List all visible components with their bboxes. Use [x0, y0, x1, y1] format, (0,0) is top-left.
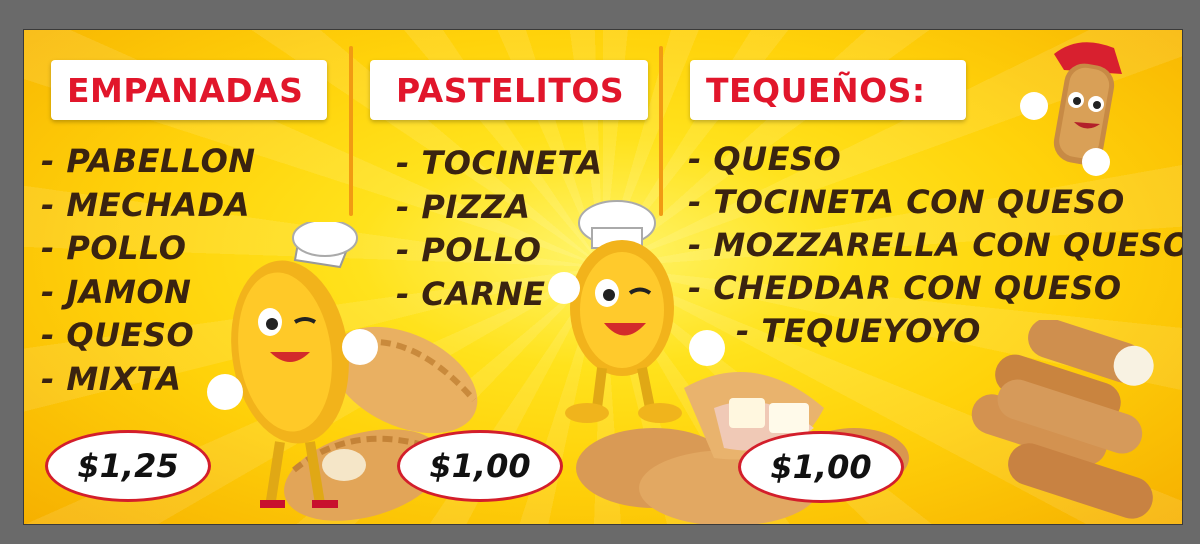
tequenos-price-badge: $1,00: [738, 431, 904, 503]
list-item: - TEQUEYOYO: [736, 312, 981, 350]
list-item: - TOCINETA: [396, 144, 603, 182]
list-item: - CHEDDAR CON QUESO: [688, 269, 1122, 307]
empanadas-list: - PABELLON - MECHADA - POLLO - JAMON - Q…: [41, 140, 256, 401]
column-divider: [659, 46, 663, 216]
list-item: - POLLO: [41, 229, 187, 267]
list-item: - MOZZARELLA CON QUESO: [688, 226, 1182, 264]
pastelitos-price-badge: $1,00: [397, 430, 563, 502]
pastelitos-list: - TOCINETA - PIZZA - POLLO - CARNE: [396, 142, 603, 316]
list-item: - TOCINETA CON QUESO: [688, 183, 1125, 221]
list-item: - MIXTA: [41, 359, 182, 398]
tequenos-header: TEQUEÑOS:: [690, 60, 966, 120]
list-item: - PABELLON: [41, 142, 256, 180]
list-item: - POLLO: [396, 231, 542, 269]
list-item: - PIZZA: [396, 187, 531, 226]
list-item: - QUESO: [688, 140, 842, 178]
column-divider: [349, 46, 353, 216]
empanadas-header: EMPANADAS: [51, 60, 327, 120]
pastelitos-header: PASTELITOS: [370, 60, 648, 120]
list-item: - QUESO: [41, 316, 195, 354]
empanadas-price-badge: $1,25: [45, 430, 211, 502]
list-item: - JAMON: [41, 272, 192, 311]
list-item: - MECHADA: [41, 185, 250, 224]
menu-board: EMPANADAS PASTELITOS TEQUEÑOS: - PABELLO…: [24, 30, 1182, 524]
list-item: - CARNE: [396, 274, 546, 313]
tequenos-list: - QUESO - TOCINETA CON QUESO - MOZZARELL…: [688, 138, 1182, 353]
